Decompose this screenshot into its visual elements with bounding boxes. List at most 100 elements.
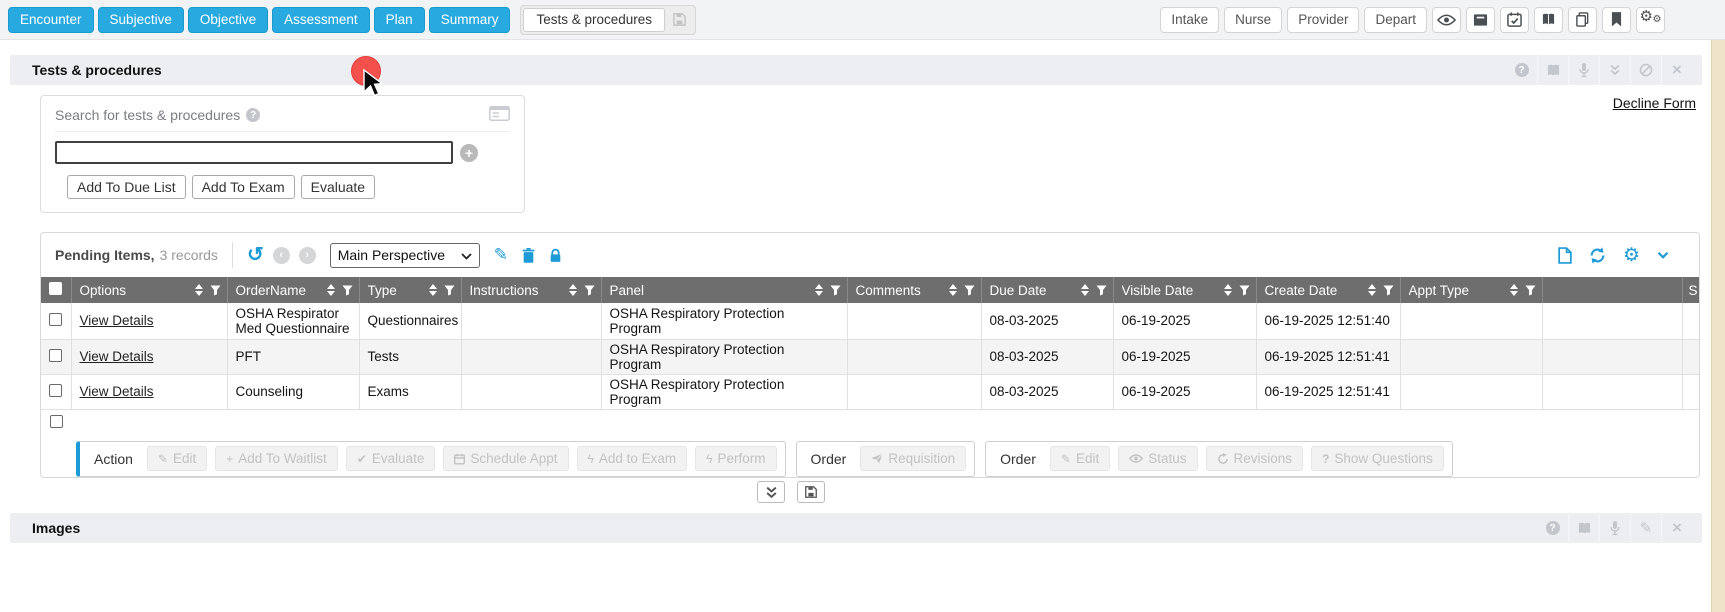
column-header[interactable]: Create Date bbox=[1265, 283, 1368, 298]
row-checkbox[interactable] bbox=[49, 384, 62, 397]
sort-icon[interactable] bbox=[327, 284, 335, 296]
sort-icon[interactable] bbox=[1224, 284, 1232, 296]
column-header[interactable]: Appt Type bbox=[1409, 283, 1510, 298]
filter-funnel-icon[interactable] bbox=[1096, 285, 1107, 296]
add-to-exam-button[interactable]: Add To Exam bbox=[192, 175, 295, 199]
intake-button[interactable]: Intake bbox=[1160, 7, 1219, 33]
next-icon[interactable]: › bbox=[299, 247, 316, 264]
evaluate-button[interactable]: Evaluate bbox=[301, 175, 375, 199]
sort-icon[interactable] bbox=[1510, 284, 1518, 296]
column-header[interactable]: Instructions bbox=[470, 283, 569, 298]
row-checkbox[interactable] bbox=[50, 415, 63, 428]
search-input[interactable] bbox=[55, 141, 453, 164]
select-all-checkbox[interactable] bbox=[49, 282, 62, 295]
table-row[interactable]: View Details Counseling Exams OSHA Respi… bbox=[41, 374, 1700, 409]
edit-button[interactable]: ✎Edit bbox=[1050, 446, 1110, 471]
book-icon[interactable] bbox=[1534, 7, 1563, 33]
schedule-appt-button[interactable]: Schedule Appt bbox=[443, 446, 568, 471]
table-row[interactable]: View Details PFT Tests OSHA Respiratory … bbox=[41, 339, 1700, 374]
calendar-check-icon[interactable] bbox=[1500, 7, 1529, 33]
tab-assessment[interactable]: Assessment bbox=[272, 7, 370, 33]
view-details-link[interactable]: View Details bbox=[80, 349, 154, 364]
filter-funnel-icon[interactable] bbox=[1383, 285, 1394, 296]
sort-icon[interactable] bbox=[195, 284, 203, 296]
save-icon[interactable] bbox=[665, 12, 693, 27]
column-header[interactable]: Comments bbox=[856, 283, 949, 298]
bookmark-icon[interactable] bbox=[1602, 7, 1631, 33]
collapse-chevron-icon[interactable] bbox=[1657, 249, 1669, 261]
save-icon[interactable] bbox=[797, 481, 825, 503]
row-checkbox[interactable] bbox=[49, 349, 62, 362]
close-icon[interactable]: × bbox=[1661, 513, 1692, 543]
collapse-double-chevron-icon[interactable] bbox=[757, 481, 785, 503]
view-details-link[interactable]: View Details bbox=[80, 384, 154, 399]
filter-funnel-icon[interactable] bbox=[964, 285, 975, 296]
evaluate-button[interactable]: ✔Evaluate bbox=[346, 446, 436, 471]
copy-icon[interactable] bbox=[1568, 7, 1597, 33]
plus-icon[interactable]: + bbox=[460, 144, 478, 162]
help-icon[interactable]: ? bbox=[1506, 55, 1537, 85]
collapse-icon[interactable] bbox=[1599, 55, 1630, 85]
gears-icon[interactable]: ⚙⚙ bbox=[1636, 7, 1665, 33]
add-to-exam-button[interactable]: ϟAdd to Exam bbox=[577, 446, 688, 471]
tab-objective[interactable]: Objective bbox=[188, 7, 268, 33]
prev-icon[interactable]: ‹ bbox=[273, 247, 290, 264]
sort-icon[interactable] bbox=[429, 284, 437, 296]
filter-funnel-icon[interactable] bbox=[1239, 285, 1250, 296]
column-header[interactable]: Type bbox=[368, 283, 429, 298]
table-row[interactable]: View Details OSHA Respirator Med Questio… bbox=[41, 303, 1700, 339]
help-icon[interactable]: ? bbox=[1537, 513, 1568, 543]
filter-funnel-icon[interactable] bbox=[830, 285, 841, 296]
undo-icon[interactable]: ↺ bbox=[247, 245, 264, 265]
help-icon[interactable]: ? bbox=[246, 108, 260, 122]
column-header[interactable]: OrderName bbox=[236, 283, 327, 298]
edit-pencil-icon[interactable]: ✎ bbox=[1630, 513, 1661, 543]
filter-funnel-icon[interactable] bbox=[210, 285, 221, 296]
edit-button[interactable]: ✎Edit bbox=[147, 446, 207, 471]
column-header[interactable]: Options bbox=[80, 283, 195, 298]
decline-form-link[interactable]: Decline Form bbox=[1613, 95, 1696, 111]
tab-encounter[interactable]: Encounter bbox=[8, 7, 94, 33]
column-header[interactable]: Visible Date bbox=[1122, 283, 1224, 298]
add-to-waitlist-button[interactable]: +Add To Waitlist bbox=[215, 446, 338, 471]
book-icon[interactable] bbox=[1568, 513, 1599, 543]
refresh-icon[interactable] bbox=[1589, 247, 1606, 264]
add-to-due-list-button[interactable]: Add To Due List bbox=[67, 175, 186, 199]
filter-funnel-icon[interactable] bbox=[444, 285, 455, 296]
close-icon[interactable]: × bbox=[1661, 55, 1692, 85]
perform-button[interactable]: ϟPerform bbox=[695, 446, 776, 471]
lock-icon[interactable] bbox=[549, 248, 562, 263]
row-checkbox[interactable] bbox=[49, 313, 62, 326]
perspective-select[interactable]: Main Perspective bbox=[330, 243, 480, 268]
delete-trash-icon[interactable] bbox=[522, 248, 535, 263]
sort-icon[interactable] bbox=[815, 284, 823, 296]
column-header[interactable]: Panel bbox=[610, 283, 815, 298]
sort-icon[interactable] bbox=[949, 284, 957, 296]
filter-funnel-icon[interactable] bbox=[1525, 285, 1536, 296]
requisition-button[interactable]: Requisition bbox=[860, 446, 966, 471]
book-icon[interactable] bbox=[1537, 55, 1568, 85]
nurse-button[interactable]: Nurse bbox=[1224, 7, 1282, 33]
eye-icon[interactable] bbox=[1432, 7, 1461, 33]
tab-tests-procedures[interactable]: Tests & procedures bbox=[523, 8, 665, 32]
view-details-link[interactable]: View Details bbox=[80, 313, 154, 328]
microphone-icon[interactable] bbox=[1568, 55, 1599, 85]
disable-icon[interactable] bbox=[1630, 55, 1661, 85]
tab-subjective[interactable]: Subjective bbox=[98, 7, 184, 33]
depart-button[interactable]: Depart bbox=[1364, 7, 1427, 33]
show-questions-button[interactable]: ?Show Questions bbox=[1311, 446, 1444, 471]
sort-icon[interactable] bbox=[1081, 284, 1089, 296]
revisions-button[interactable]: Revisions bbox=[1206, 446, 1304, 471]
edit-pencil-icon[interactable]: ✎ bbox=[494, 245, 508, 265]
list-view-icon[interactable] bbox=[489, 106, 510, 124]
status-button[interactable]: Status bbox=[1118, 446, 1197, 471]
inbox-icon[interactable] bbox=[1466, 7, 1495, 33]
sort-icon[interactable] bbox=[1368, 284, 1376, 296]
filter-funnel-icon[interactable] bbox=[584, 285, 595, 296]
filter-funnel-icon[interactable] bbox=[342, 285, 353, 296]
tab-plan[interactable]: Plan bbox=[374, 7, 425, 33]
tab-summary[interactable]: Summary bbox=[429, 7, 511, 33]
settings-gear-icon[interactable]: ⚙ bbox=[1623, 244, 1640, 267]
column-header[interactable]: Due Date bbox=[990, 283, 1081, 298]
sort-icon[interactable] bbox=[569, 284, 577, 296]
